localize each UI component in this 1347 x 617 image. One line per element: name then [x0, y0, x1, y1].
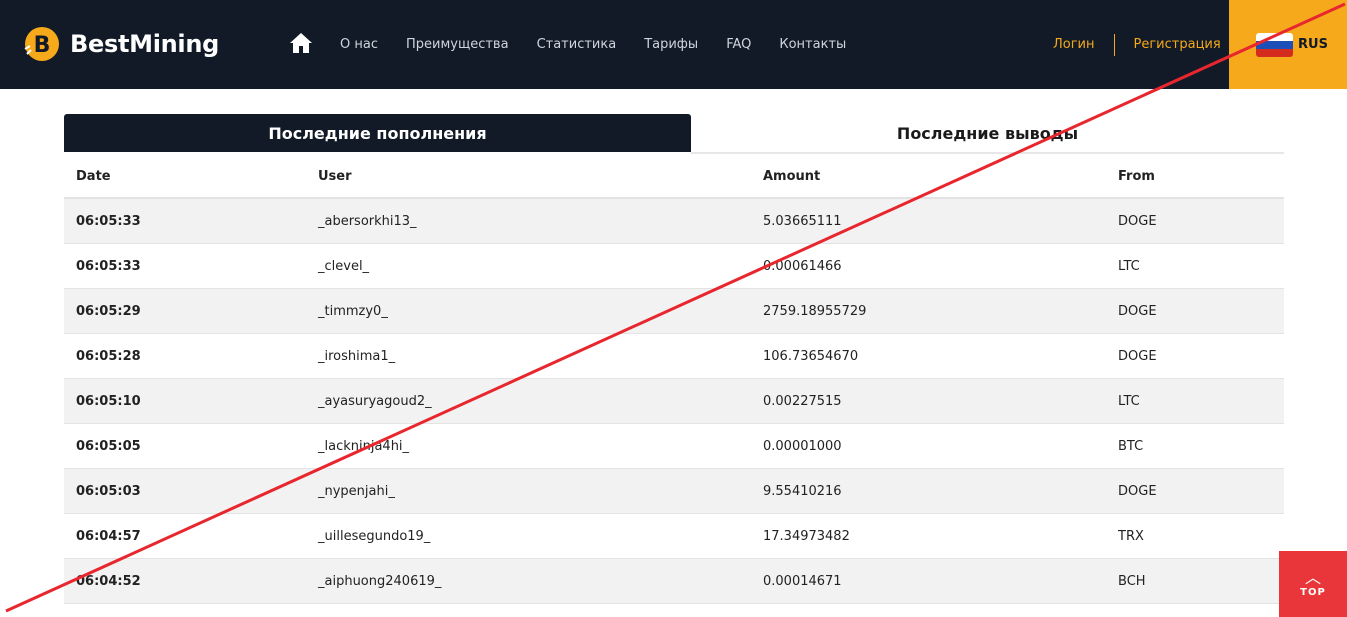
- nav-item-statistics[interactable]: Статистика: [537, 37, 617, 52]
- cell-from: DOGE: [1118, 348, 1157, 364]
- tab-withdrawals[interactable]: Последние выводы: [691, 114, 1284, 152]
- transactions-tabs: Последние пополнения Последние выводы: [64, 114, 1284, 154]
- cell-amount: 0.00227515: [763, 393, 842, 409]
- chevron-up-icon: ︿: [1304, 567, 1321, 587]
- cell-user: _clevel_: [318, 258, 370, 274]
- russia-flag-icon: [1256, 33, 1293, 57]
- table-row: 06:05:33 _clevel_ 0.00061466 LTC: [64, 244, 1284, 289]
- nav-item-contacts[interactable]: Контакты: [779, 37, 846, 52]
- cell-user: _iroshima1_: [318, 348, 396, 364]
- table-row: 06:05:33 _abersorkhi13_ 5.03665111 DOGE: [64, 199, 1284, 244]
- cell-user: _timmzy0_: [318, 303, 388, 319]
- cell-amount: 0.00061466: [763, 258, 842, 274]
- login-link[interactable]: Логин: [1053, 37, 1095, 52]
- tabs-divider: [691, 152, 1284, 154]
- table-row: 06:05:10 _ayasuryagoud2_ 0.00227515 LTC: [64, 379, 1284, 424]
- tab-deposits[interactable]: Последние пополнения: [64, 114, 691, 152]
- site-header: B BestMining О нас Преимущества Статисти…: [0, 0, 1347, 89]
- cell-user: _nypenjahi_: [318, 483, 395, 499]
- cell-from: LTC: [1118, 393, 1140, 409]
- cell-amount: 0.00001000: [763, 438, 842, 454]
- register-link[interactable]: Регистрация: [1134, 37, 1221, 52]
- cell-from: DOGE: [1118, 213, 1157, 229]
- cell-user: _uillesegundo19_: [318, 528, 431, 544]
- cell-user: _abersorkhi13_: [318, 213, 417, 229]
- cell-date: 06:05:33: [76, 258, 141, 274]
- auth-links: Логин Регистрация: [1053, 0, 1221, 89]
- cell-date: 06:05:10: [76, 393, 141, 409]
- cell-amount: 9.55410216: [763, 483, 842, 499]
- cell-amount: 5.03665111: [763, 213, 842, 229]
- cell-date: 06:04:52: [76, 573, 141, 589]
- cell-from: LTC: [1118, 258, 1140, 274]
- cell-user: _lackninja4hi_: [318, 438, 410, 454]
- table-row: 06:05:05 _lackninja4hi_ 0.00001000 BTC: [64, 424, 1284, 469]
- cell-date: 06:05:28: [76, 348, 141, 364]
- back-to-top-label: TOP: [1300, 586, 1326, 598]
- cell-from: DOGE: [1118, 483, 1157, 499]
- deposits-table: Date User Amount From 06:05:33 _abersork…: [64, 155, 1284, 604]
- header-user: User: [318, 168, 352, 184]
- nav-item-faq[interactable]: FAQ: [726, 37, 751, 52]
- brand-logo[interactable]: B BestMining: [22, 24, 219, 64]
- table-row: 06:04:57 _uillesegundo19_ 17.34973482 TR…: [64, 514, 1284, 559]
- cell-user: _aiphuong240619_: [318, 573, 442, 589]
- table-row: 06:04:52 _aiphuong240619_ 0.00014671 BCH: [64, 559, 1284, 604]
- table-row: 06:05:28 _iroshima1_ 106.73654670 DOGE: [64, 334, 1284, 379]
- nav-item-about[interactable]: О нас: [340, 37, 378, 52]
- cell-from: DOGE: [1118, 303, 1157, 319]
- svg-text:B: B: [34, 33, 51, 58]
- bitcoin-b-icon: B: [24, 27, 59, 61]
- cell-from: BCH: [1118, 573, 1146, 589]
- table-header-row: Date User Amount From: [64, 155, 1284, 199]
- cell-user: _ayasuryagoud2_: [318, 393, 432, 409]
- cell-date: 06:04:57: [76, 528, 141, 544]
- header-date: Date: [76, 168, 111, 184]
- cell-date: 06:05:05: [76, 438, 141, 454]
- main-nav: О нас Преимущества Статистика Тарифы FAQ…: [289, 0, 874, 89]
- cell-amount: 2759.18955729: [763, 303, 867, 319]
- cell-date: 06:05:33: [76, 213, 141, 229]
- brand-name: BestMining: [70, 30, 220, 58]
- nav-item-plans[interactable]: Тарифы: [644, 37, 698, 52]
- header-from: From: [1118, 168, 1155, 184]
- table-row: 06:05:29 _timmzy0_ 2759.18955729 DOGE: [64, 289, 1284, 334]
- cell-from: TRX: [1118, 528, 1144, 544]
- auth-divider: [1113, 33, 1115, 56]
- header-amount: Amount: [763, 168, 821, 184]
- home-icon[interactable]: [289, 32, 313, 54]
- back-to-top-button[interactable]: ︿ TOP: [1279, 551, 1347, 617]
- cell-amount: 106.73654670: [763, 348, 859, 364]
- language-label: RUS: [1298, 37, 1328, 52]
- language-switcher[interactable]: RUS: [1229, 0, 1347, 89]
- cell-date: 06:05:03: [76, 483, 141, 499]
- nav-item-advantages[interactable]: Преимущества: [406, 37, 509, 52]
- table-row: 06:05:03 _nypenjahi_ 9.55410216 DOGE: [64, 469, 1284, 514]
- cell-from: BTC: [1118, 438, 1144, 454]
- cell-date: 06:05:29: [76, 303, 141, 319]
- cell-amount: 17.34973482: [763, 528, 850, 544]
- cell-amount: 0.00014671: [763, 573, 842, 589]
